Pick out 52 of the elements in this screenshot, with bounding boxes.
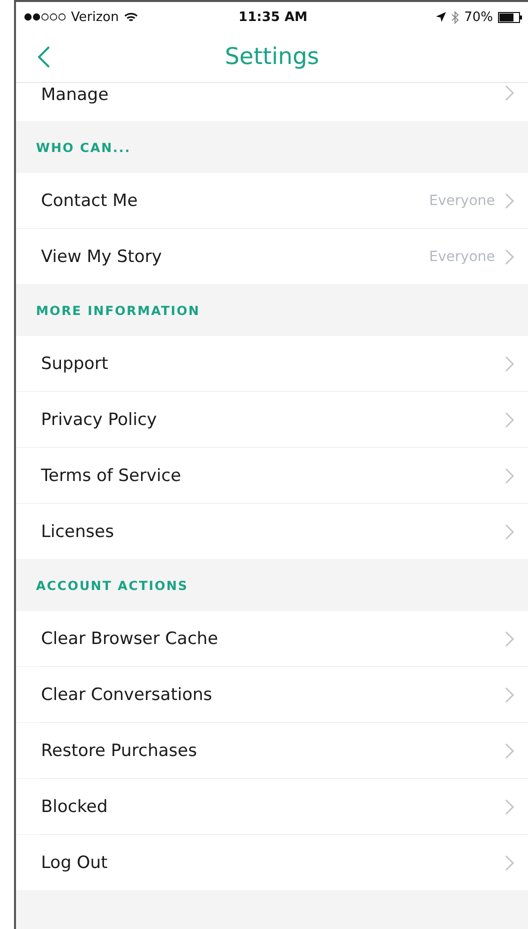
- back-chevron-icon: [38, 46, 50, 68]
- bluetooth-icon: [451, 10, 460, 24]
- section-header: ACCOUNT ACTIONS: [36, 578, 188, 592]
- chevron-right-icon: [505, 192, 514, 208]
- row-label: Terms of Service: [41, 466, 182, 486]
- row-label: Clear Browser Cache: [41, 628, 220, 648]
- back-button[interactable]: [36, 44, 52, 70]
- settings-row[interactable]: Support: [16, 336, 528, 391]
- settings-row[interactable]: Clear Conversations: [16, 667, 528, 722]
- settings-row[interactable]: Manage: [16, 83, 528, 121]
- row-value: Everyone: [429, 248, 495, 264]
- chevron-right-icon: [505, 248, 514, 264]
- settings-row[interactable]: Terms of Service: [16, 448, 528, 503]
- chevron-right-icon: [505, 412, 514, 428]
- settings-row[interactable]: Restore Purchases: [16, 723, 528, 778]
- row-label: Log Out: [41, 852, 109, 872]
- row-label: Support: [41, 354, 110, 374]
- section-header: WHO CAN...: [36, 140, 131, 154]
- section-header: MORE INFORMATION: [36, 302, 200, 318]
- chevron-right-icon: [505, 85, 514, 101]
- row-label: View My Story: [41, 246, 163, 266]
- chevron-right-icon: [505, 798, 514, 814]
- carrier-name: Verizon: [71, 10, 119, 24]
- settings-row[interactable]: Licenses: [16, 504, 528, 559]
- chevron-right-icon: [505, 468, 514, 484]
- wifi-icon: [124, 12, 138, 22]
- settings-row[interactable]: Privacy Policy: [16, 392, 528, 447]
- chevron-right-icon: [505, 686, 514, 702]
- row-label: Licenses: [41, 522, 115, 542]
- chevron-right-icon: [505, 356, 514, 372]
- battery-icon: [498, 12, 522, 22]
- chevron-right-icon: [505, 524, 514, 540]
- settings-row[interactable]: Contact Me Everyone: [16, 173, 528, 228]
- battery-percentage: 70%: [464, 10, 493, 24]
- chevron-right-icon: [505, 630, 514, 646]
- row-value: Everyone: [429, 192, 495, 208]
- chevron-right-icon: [505, 742, 514, 758]
- row-label: Blocked: [41, 796, 109, 816]
- settings-row[interactable]: View My Story Everyone: [16, 229, 528, 284]
- row-label: Clear Conversations: [41, 684, 214, 704]
- row-label: Privacy Policy: [41, 410, 158, 430]
- settings-row[interactable]: Clear Browser Cache: [16, 611, 528, 666]
- settings-row[interactable]: Blocked: [16, 779, 528, 834]
- nav-title: Settings: [224, 44, 320, 70]
- row-label: Contact Me: [41, 190, 139, 210]
- settings-row[interactable]: Log Out: [16, 835, 528, 890]
- signal-strength-icon: [24, 13, 66, 21]
- row-label: Restore Purchases: [41, 740, 198, 760]
- location-arrow-icon: [436, 12, 446, 22]
- status-time: 11:35 AM: [238, 10, 308, 24]
- chevron-right-icon: [505, 854, 514, 870]
- row-label: Manage: [41, 85, 110, 105]
